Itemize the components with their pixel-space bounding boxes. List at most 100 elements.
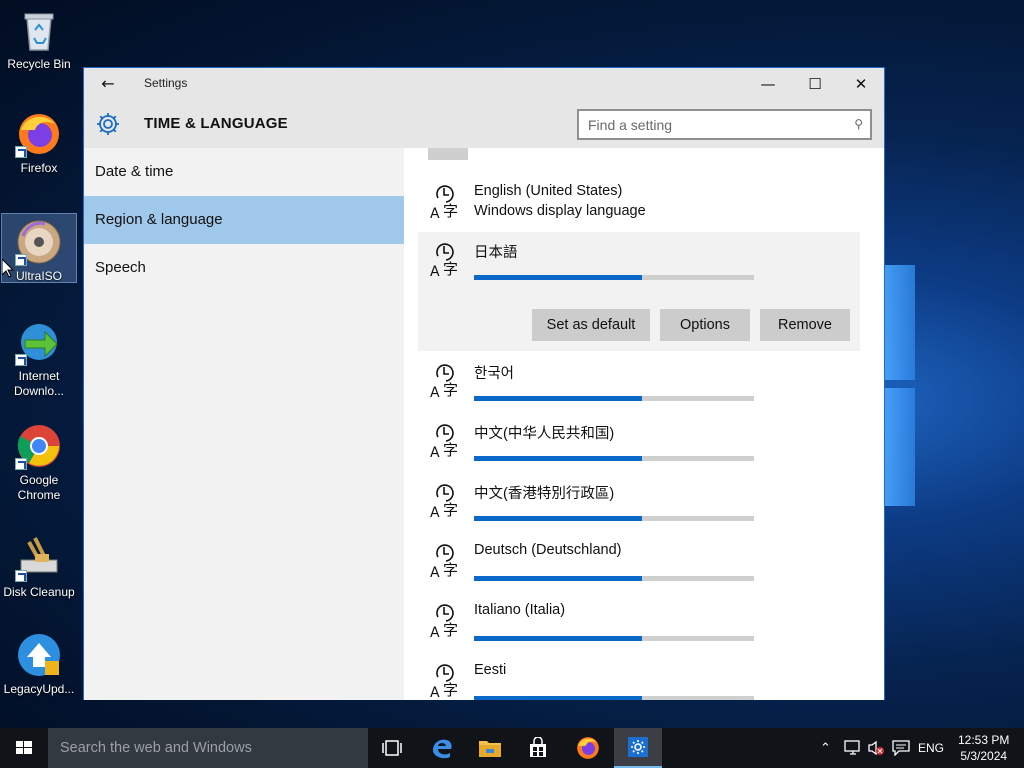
list-item[interactable]: A字 한국어: [418, 353, 860, 411]
desktop-icon-disk-cleanup[interactable]: Disk Cleanup: [2, 530, 76, 600]
folder-icon: [479, 741, 501, 757]
legacy-update-icon: [15, 631, 63, 679]
list-item[interactable]: A字 中文(中华人民共和国): [418, 413, 860, 471]
list-item-selected[interactable]: A字 日本語 Set as default Options Remove: [418, 232, 860, 351]
taskbar-firefox[interactable]: [564, 728, 612, 768]
language-icon: A字: [429, 184, 465, 222]
desktop-icon-label: Disk Cleanup: [3, 585, 75, 599]
page-title: TIME & LANGUAGE: [144, 115, 288, 132]
maximize-button[interactable]: ☐: [792, 68, 838, 100]
taskbar-search-input[interactable]: Search the web and Windows: [48, 728, 368, 768]
taskbar-settings[interactable]: [614, 728, 662, 768]
clock-time: 12:53 PM: [958, 733, 1010, 747]
svg-text:字: 字: [443, 381, 458, 399]
svg-text:字: 字: [443, 501, 458, 519]
list-item[interactable]: A字 English (United States) Windows displ…: [418, 178, 860, 234]
language-name: 日本語: [474, 245, 518, 261]
svg-text:A: A: [430, 505, 440, 519]
language-icon: A字: [429, 423, 465, 461]
desktop-icon-google-chrome[interactable]: Google Chrome: [2, 418, 76, 503]
desktop-icon-label: Google Chrome: [17, 473, 61, 502]
taskbar-file-explorer[interactable]: [466, 728, 514, 768]
language-name: Deutsch (Deutschland): [474, 542, 622, 558]
language-progress-bar: [474, 456, 754, 461]
language-progress-bar: [474, 576, 754, 581]
desktop-icon-legacy-update[interactable]: LegacyUpd...: [2, 627, 76, 697]
sidebar-item-region-language[interactable]: Region & language: [84, 196, 404, 244]
remove-button[interactable]: Remove: [760, 309, 850, 341]
language-progress-bar: [474, 516, 754, 521]
language-icon: A字: [429, 483, 465, 521]
language-progress-bar: [474, 275, 754, 280]
svg-text:字: 字: [443, 260, 458, 278]
svg-text:A: A: [430, 264, 440, 278]
desktop-icon-label: Recycle Bin: [7, 57, 71, 71]
language-name: 中文(香港特別行政區): [474, 486, 615, 502]
svg-text:A: A: [430, 565, 440, 579]
task-view-icon: [382, 740, 402, 756]
edge-icon: [433, 739, 452, 759]
languages-list: A字 English (United States) Windows displ…: [404, 148, 884, 700]
language-name: English (United States): [474, 183, 623, 199]
language-name: 中文(中华人民共和国): [474, 426, 615, 442]
sidebar-item-speech[interactable]: Speech: [84, 244, 404, 292]
task-view-button[interactable]: [368, 728, 416, 768]
svg-text:字: 字: [443, 202, 458, 220]
language-progress-bar: [474, 696, 754, 700]
set-as-default-button[interactable]: Set as default: [532, 309, 650, 341]
clock-date: 5/3/2024: [960, 749, 1008, 763]
language-icon: A字: [429, 663, 465, 700]
firefox-icon: [15, 110, 63, 158]
language-icon: A字: [429, 543, 465, 581]
svg-text:A: A: [430, 445, 440, 459]
taskbar-store[interactable]: [514, 728, 562, 768]
language-icon: A字: [429, 603, 465, 641]
svg-text:字: 字: [443, 441, 458, 459]
search-icon: ⚲: [854, 117, 863, 131]
start-button[interactable]: [0, 728, 48, 768]
settings-gear-icon: [628, 737, 648, 757]
desktop-icon-internet-download[interactable]: Internet Downlo...: [2, 314, 76, 399]
language-progress-bar: [474, 396, 754, 401]
volume-muted-icon[interactable]: [867, 740, 885, 756]
language-status: Windows display language: [474, 203, 646, 219]
svg-text:A: A: [430, 685, 440, 699]
language-progress-bar: [474, 636, 754, 641]
taskbar-edge[interactable]: [418, 728, 466, 768]
firefox-icon: [577, 737, 599, 759]
minimize-button[interactable]: —: [745, 68, 791, 100]
sidebar-item-date-time[interactable]: Date & time: [84, 148, 404, 196]
back-arrow-icon[interactable]: ←: [94, 75, 122, 93]
mouse-cursor-icon: [2, 259, 14, 278]
desktop-icon-label: Internet Downlo...: [13, 369, 65, 398]
chrome-icon: [15, 422, 63, 470]
close-button[interactable]: ✕: [838, 68, 884, 100]
svg-text:A: A: [430, 385, 440, 399]
internet-download-manager-icon: [15, 318, 63, 366]
svg-text:A: A: [430, 625, 440, 639]
list-item[interactable]: A字 中文(香港特別行政區): [418, 473, 860, 531]
find-setting-search[interactable]: ⚲: [577, 109, 872, 140]
windows-logo-icon: [16, 741, 32, 754]
svg-text:A: A: [430, 206, 440, 220]
list-item[interactable]: A字 Deutsch (Deutschland): [418, 533, 860, 591]
desktop-icon-recycle-bin[interactable]: Recycle Bin: [2, 2, 76, 72]
window-title: Settings: [144, 76, 188, 90]
tray-chevron-up-icon[interactable]: ⌃: [820, 728, 831, 768]
settings-window: ← Settings — ☐ ✕ TIME & LANGUAGE ⚲ Date …: [83, 67, 885, 700]
language-name: 한국어: [474, 366, 515, 382]
gear-icon: [95, 111, 121, 137]
action-center-icon[interactable]: [892, 740, 910, 756]
desktop-icon-firefox[interactable]: Firefox: [2, 106, 76, 176]
desktop-logo-pane: [885, 388, 915, 506]
clock[interactable]: 12:53 PM 5/3/2024: [958, 732, 1009, 764]
search-input[interactable]: [579, 111, 829, 138]
list-item[interactable]: A字 Italiano (Italia): [418, 593, 860, 651]
svg-text:字: 字: [443, 561, 458, 579]
options-button[interactable]: Options: [660, 309, 750, 341]
network-icon[interactable]: [844, 740, 862, 756]
input-language-indicator[interactable]: ENG: [918, 728, 944, 768]
list-item[interactable]: A字 Eesti: [418, 653, 860, 700]
add-language-button[interactable]: [428, 148, 468, 160]
store-icon: [530, 737, 546, 757]
